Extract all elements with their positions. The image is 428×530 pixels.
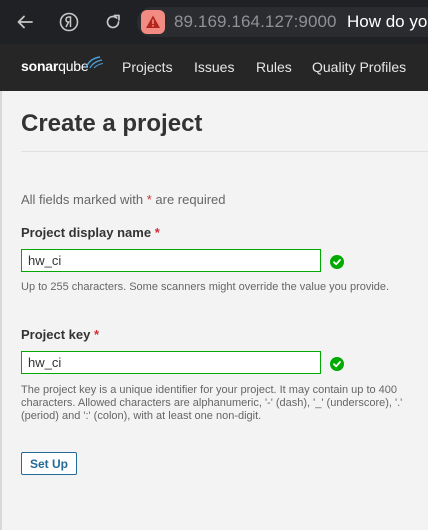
project-display-name-input[interactable] bbox=[21, 249, 321, 272]
project-key-label-text: Project key bbox=[21, 327, 91, 342]
project-key-label: Project key * bbox=[21, 327, 99, 342]
sonarqube-logo[interactable]: sonarqube bbox=[21, 58, 89, 74]
back-arrow-icon[interactable] bbox=[13, 10, 37, 34]
logo-bold-text: sonar bbox=[21, 58, 59, 74]
sonarqube-navbar: sonarqube Projects Issues Rules Quality … bbox=[0, 44, 428, 91]
page-left-border bbox=[0, 91, 2, 530]
display-name-label-text: Project display name bbox=[21, 225, 152, 240]
display-name-help: Up to 255 characters. Some scanners migh… bbox=[21, 281, 390, 293]
tab-title[interactable]: How do you bbox=[347, 12, 428, 32]
browser-toolbar: 89.169.164.127:9000 How do you bbox=[0, 0, 428, 44]
yandex-icon[interactable] bbox=[57, 10, 81, 34]
url-text[interactable]: 89.169.164.127:9000 bbox=[174, 12, 337, 32]
page-title: Create a project bbox=[21, 110, 203, 137]
sonar-waves-icon bbox=[85, 56, 104, 69]
valid-check-icon bbox=[330, 255, 344, 269]
required-note-text: All fields marked with bbox=[21, 192, 147, 207]
project-key-input[interactable] bbox=[21, 351, 321, 374]
set-up-button[interactable]: Set Up bbox=[21, 452, 77, 475]
valid-check-icon bbox=[330, 357, 344, 371]
nav-quality-profiles[interactable]: Quality Profiles bbox=[312, 59, 406, 75]
nav-issues[interactable]: Issues bbox=[194, 59, 234, 75]
required-note-suffix: are required bbox=[151, 192, 226, 207]
nav-rules[interactable]: Rules bbox=[256, 59, 292, 75]
nav-projects[interactable]: Projects bbox=[122, 59, 173, 75]
not-secure-warning-icon[interactable] bbox=[141, 10, 165, 34]
required-fields-note: All fields marked with * are required bbox=[21, 192, 226, 207]
required-star: * bbox=[94, 327, 100, 342]
reload-icon[interactable] bbox=[101, 10, 125, 34]
required-star: * bbox=[154, 225, 160, 240]
title-divider bbox=[21, 151, 428, 152]
display-name-label: Project display name * bbox=[21, 225, 160, 240]
project-key-help: The project key is a unique identifier f… bbox=[21, 384, 403, 422]
